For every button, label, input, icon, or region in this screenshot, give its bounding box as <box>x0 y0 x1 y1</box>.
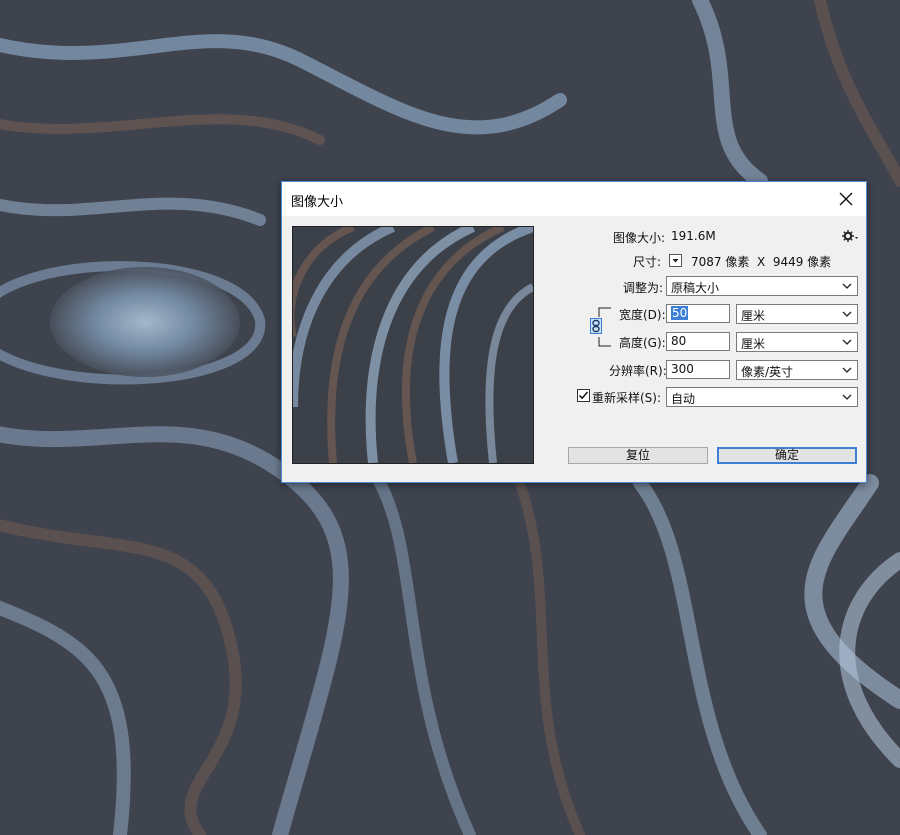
resolution-unit-select[interactable]: 像素/英寸 <box>736 360 858 380</box>
gear-icon <box>842 230 858 242</box>
image-size-value: 191.6M <box>671 229 716 243</box>
fit-to-label: 调整为: <box>623 281 664 295</box>
chevron-down-icon <box>842 311 852 317</box>
chevron-down-icon <box>842 367 852 373</box>
chevron-down-icon <box>842 283 852 289</box>
fit-to-select[interactable]: 原稿大小 <box>666 276 858 296</box>
dimensions-value: 7087 像素 X 9449 像素 <box>691 255 832 269</box>
resolution-label: 分辨率(R): <box>609 364 667 378</box>
dialog-title: 图像大小 <box>291 195 344 210</box>
dimensions-label: 尺寸: <box>633 255 662 269</box>
constrain-proportions-button[interactable] <box>590 318 602 334</box>
dialog-titlebar: 图像大小 <box>282 182 866 216</box>
image-size-dialog: 图像大小 图像大小: 191.6M 尺寸: 7087 像素 X 9449 像素 … <box>281 181 867 483</box>
width-label: 宽度(D): <box>619 308 666 322</box>
settings-button[interactable] <box>842 228 858 242</box>
fit-to-value: 原稿大小 <box>671 281 720 295</box>
height-unit-select[interactable]: 厘米 <box>736 332 858 352</box>
image-preview[interactable] <box>292 226 534 464</box>
close-button[interactable] <box>826 182 866 216</box>
checkmark-icon <box>578 391 589 400</box>
width-unit-select[interactable]: 厘米 <box>736 304 858 324</box>
reset-button[interactable]: 复位 <box>568 447 708 464</box>
chevron-down-icon <box>842 339 852 345</box>
resolution-value: 300 <box>671 362 694 376</box>
chevron-down-icon <box>672 259 679 263</box>
chevron-down-icon <box>842 394 852 400</box>
width-input[interactable]: 50 <box>666 304 730 323</box>
preview-image <box>293 227 533 463</box>
image-size-label: 图像大小: <box>613 231 666 245</box>
width-value: 50 <box>671 306 689 320</box>
resample-checkbox[interactable] <box>577 389 590 402</box>
resample-label[interactable]: 重新采样(S): <box>592 389 661 406</box>
resolution-input[interactable]: 300 <box>666 360 730 379</box>
close-icon <box>839 192 853 206</box>
resample-value: 自动 <box>671 392 696 406</box>
height-unit-value: 厘米 <box>741 337 766 351</box>
height-value: 80 <box>671 334 687 348</box>
ok-button[interactable]: 确定 <box>717 447 857 464</box>
height-label: 高度(G): <box>619 336 666 350</box>
resample-select[interactable]: 自动 <box>666 387 858 407</box>
chain-link-icon <box>592 319 600 333</box>
width-unit-value: 厘米 <box>741 309 766 323</box>
dimensions-menu-button[interactable] <box>669 254 682 267</box>
height-input[interactable]: 80 <box>666 332 730 351</box>
resolution-unit-value: 像素/英寸 <box>741 365 794 379</box>
